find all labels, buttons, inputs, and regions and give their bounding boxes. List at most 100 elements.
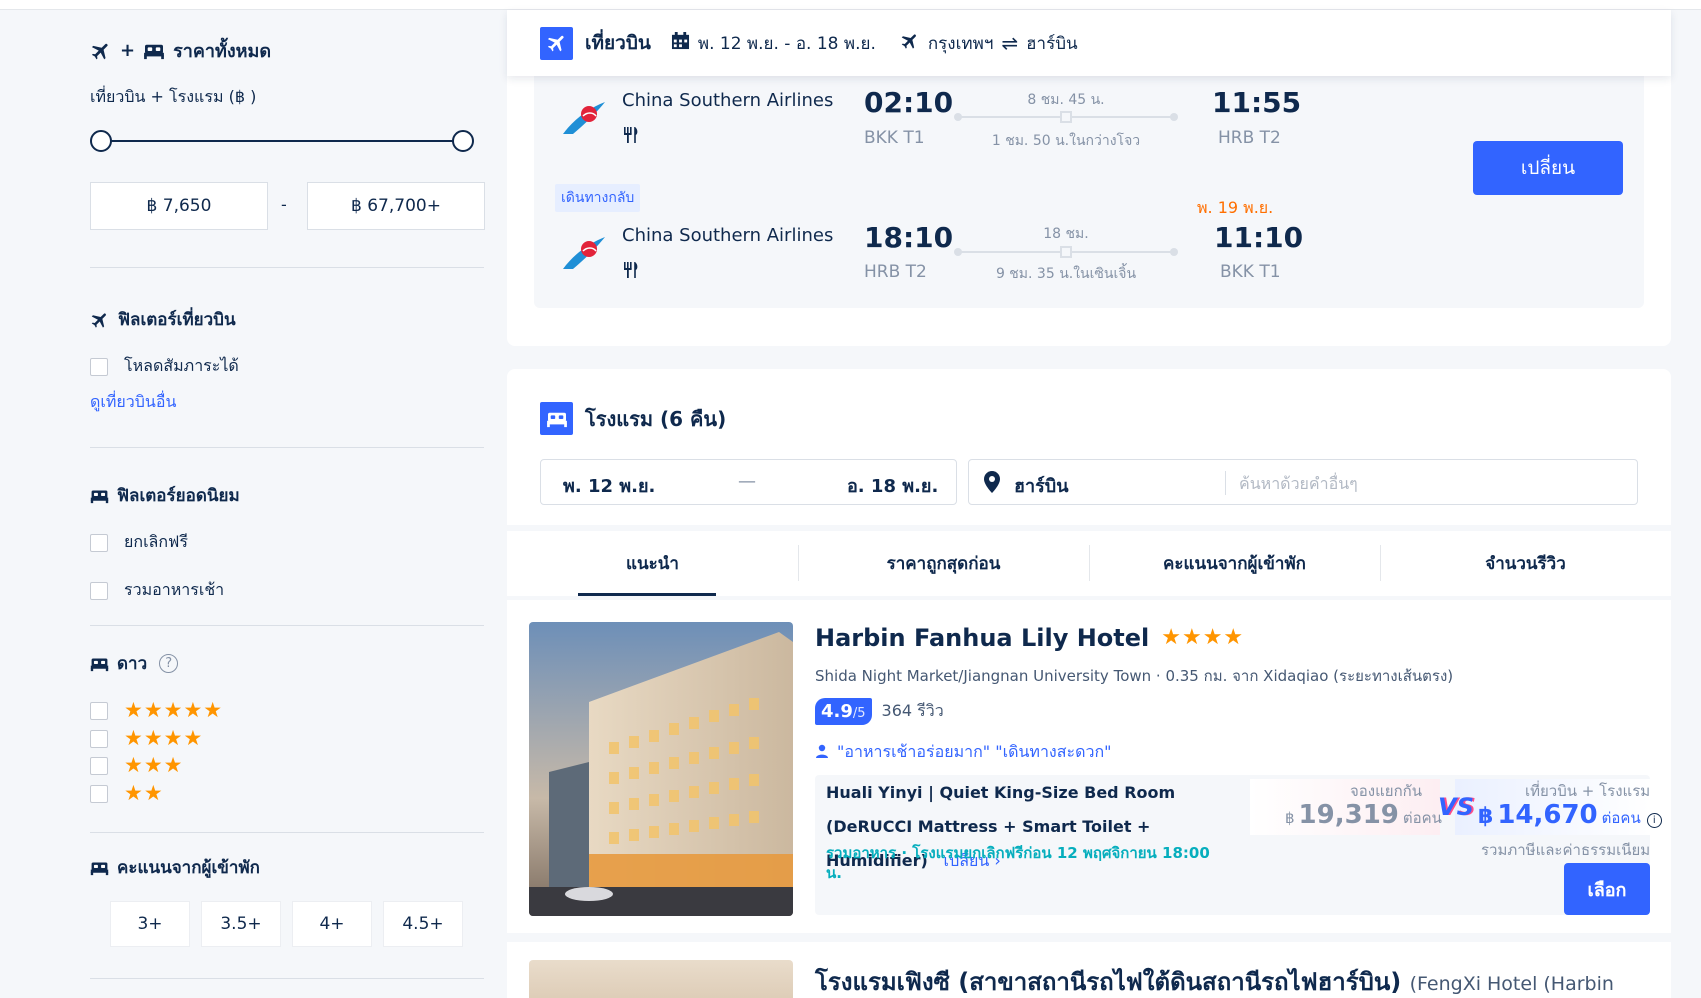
hotel-keyword-input[interactable] bbox=[1239, 466, 1619, 500]
bed-icon bbox=[90, 860, 109, 876]
score-3-5-button[interactable]: 3.5+ bbox=[201, 901, 281, 947]
change-flight-button[interactable]: เปลี่ยน bbox=[1473, 141, 1623, 195]
star-3-rating: ★★★ bbox=[124, 753, 184, 777]
review-count[interactable]: 364 รีวิว bbox=[882, 699, 944, 724]
divider bbox=[90, 625, 484, 626]
stars-title: ดาว ? bbox=[90, 650, 179, 677]
star-4-checkbox[interactable] bbox=[90, 729, 108, 748]
star-5-rating: ★★★★★ bbox=[124, 698, 224, 722]
bed-icon bbox=[90, 488, 109, 504]
help-icon[interactable]: ? bbox=[159, 654, 179, 673]
star-5-checkbox[interactable] bbox=[90, 701, 108, 720]
baggage-filter[interactable]: โหลดสัมภาระได้ bbox=[90, 354, 239, 379]
divider bbox=[90, 267, 484, 268]
hotel-name[interactable]: Harbin Fanhua Lily Hotel bbox=[815, 624, 1149, 652]
price-max-input[interactable]: ฿ 67,700+ bbox=[307, 182, 485, 230]
room-perks: รวมอาหาร · โรงแรมยกเลิกฟรีก่อน 12 พฤศจิก… bbox=[826, 844, 1210, 882]
score-3-button[interactable]: 3+ bbox=[110, 901, 190, 947]
return-depart-airport: HRB T2 bbox=[864, 262, 927, 282]
bed-icon bbox=[143, 42, 165, 60]
price-slider-min-handle[interactable] bbox=[90, 130, 112, 152]
outbound-duration: 8 ชม. 45 น. bbox=[1027, 92, 1105, 108]
free-cancel-filter[interactable]: ยกเลิกฟรี bbox=[90, 530, 188, 555]
bundle-price: ฿ 14,670 ต่อคน i bbox=[1478, 800, 1662, 830]
sort-tabs: แนะนำ ราคาถูกสุดก่อน คะแนนจากผู้เข้าพัก … bbox=[507, 531, 1671, 596]
star-option-4[interactable]: ★★★★ bbox=[90, 728, 203, 749]
checkout-date[interactable]: อ. 18 พ.ย. bbox=[847, 471, 938, 500]
outbound-layover: 1 ชม. 50 น.ในกว่างโจว bbox=[991, 133, 1141, 149]
bed-icon bbox=[540, 402, 573, 435]
hotel-photo[interactable] bbox=[529, 960, 793, 998]
baggage-checkbox[interactable] bbox=[90, 357, 108, 376]
flight-filter-label: ฟิลเตอร์เที่ยวบิน bbox=[118, 310, 236, 330]
plane-icon bbox=[900, 31, 920, 56]
tab-review-count[interactable]: จำนวนรีวิว bbox=[1380, 531, 1671, 596]
hotel-photo[interactable] bbox=[529, 622, 793, 916]
filter-sidebar: + ราคาทั้งหมด เที่ยวบิน + โรงแรม (฿ ) ฿ … bbox=[90, 10, 485, 998]
plane-icon bbox=[90, 40, 112, 62]
all-prices-label: ราคาทั้งหมด bbox=[173, 41, 272, 62]
return-airline: China Southern Airlines bbox=[622, 225, 834, 246]
info-icon[interactable]: i bbox=[1646, 813, 1662, 828]
swap-arrows-icon: ⇌ bbox=[1001, 31, 1019, 55]
return-depart-time: 18:10 bbox=[864, 221, 954, 254]
meal-icon bbox=[622, 261, 640, 283]
breakfast-filter[interactable]: รวมอาหารเช้า bbox=[90, 578, 224, 603]
guest-quotes: "อาหารเช้าอร่อยมาก" "เดินทางสะดวก" bbox=[815, 740, 1112, 765]
star-2-checkbox[interactable] bbox=[90, 784, 108, 803]
plane-icon bbox=[540, 26, 573, 60]
other-flights-link[interactable]: ดูเที่ยวบินอื่น bbox=[90, 390, 176, 415]
hotel-location-box[interactable]: ฮาร์บิน bbox=[968, 459, 1638, 505]
score-4-button[interactable]: 4+ bbox=[292, 901, 372, 947]
star-4-rating: ★★★★ bbox=[124, 726, 204, 750]
hotel-rating: 4.9/5 364 รีวิว bbox=[815, 698, 944, 725]
score-4-5-button[interactable]: 4.5+ bbox=[383, 901, 463, 947]
flight-header: เที่ยวบิน พ. 12 พ.ย. - อ. 18 พ.ย. กรุงเท… bbox=[507, 10, 1671, 76]
meal-icon bbox=[622, 126, 640, 148]
star-3-checkbox[interactable] bbox=[90, 756, 108, 775]
checkin-date[interactable]: พ. 12 พ.ย. bbox=[563, 471, 655, 500]
price-min-input[interactable]: ฿ 7,650 bbox=[90, 182, 268, 230]
breakfast-checkbox[interactable] bbox=[90, 581, 108, 600]
hotel-name[interactable]: โรงแรมเฟิงซี (สาขาสถานีรถไฟใต้ดินสถานีรถ… bbox=[815, 962, 1614, 998]
hotel-city[interactable]: ฮาร์บิน bbox=[1014, 471, 1069, 500]
select-hotel-button[interactable]: เลือก bbox=[1564, 863, 1650, 915]
baggage-label: โหลดสัมภาระได้ bbox=[124, 356, 239, 375]
all-prices-title: + ราคาทั้งหมด bbox=[90, 36, 271, 65]
price-slider-track[interactable] bbox=[100, 140, 462, 142]
hotel-name-row: Harbin Fanhua Lily Hotel ★★★★ bbox=[815, 624, 1244, 652]
flight-origin: กรุงเทพฯ bbox=[927, 33, 994, 54]
star-option-5[interactable]: ★★★★★ bbox=[90, 700, 223, 721]
plane-icon bbox=[90, 310, 110, 330]
outbound-route-line bbox=[954, 111, 1178, 123]
flight-dates: พ. 12 พ.ย. - อ. 18 พ.ย. bbox=[671, 30, 876, 57]
tab-recommended[interactable]: แนะนำ bbox=[507, 531, 798, 596]
flight-section-title: เที่ยวบิน bbox=[585, 32, 651, 54]
price-slider-max-handle[interactable] bbox=[452, 130, 474, 152]
outbound-depart-time: 02:10 bbox=[864, 86, 954, 119]
location-pin-icon bbox=[984, 471, 1000, 497]
flight-filter-title: ฟิลเตอร์เที่ยวบิน bbox=[90, 306, 236, 333]
hotel-date-picker[interactable]: พ. 12 พ.ย. — อ. 18 พ.ย. bbox=[540, 459, 957, 505]
star-option-3[interactable]: ★★★ bbox=[90, 755, 183, 776]
outbound-arrive-airport: HRB T2 bbox=[1218, 128, 1281, 148]
vs-badge: VS bbox=[1438, 793, 1474, 821]
guest-score-title: คะแนนจากผู้เข้าพัก bbox=[90, 854, 260, 881]
star-option-2[interactable]: ★★ bbox=[90, 783, 164, 804]
rating-badge: 4.9/5 bbox=[815, 698, 872, 725]
return-tag: เดินทางกลับ bbox=[555, 184, 641, 212]
tax-note: รวมภาษีและค่าธรรมเนียม bbox=[1481, 841, 1651, 859]
free-cancel-checkbox[interactable] bbox=[90, 533, 108, 552]
return-arrive-date: พ. 19 พ.ย. bbox=[1197, 198, 1274, 217]
hotel-star-rating: ★★★★ bbox=[1161, 625, 1245, 650]
china-southern-logo-icon bbox=[559, 233, 609, 273]
top-bar bbox=[0, 0, 1701, 10]
tab-guest-rating[interactable]: คะแนนจากผู้เข้าพัก bbox=[1089, 531, 1380, 596]
return-layover: 9 ชม. 35 น.ในเซินเจิ้น bbox=[995, 266, 1137, 282]
flight-dates-text: พ. 12 พ.ย. - อ. 18 พ.ย. bbox=[697, 33, 876, 54]
tab-lowest-price[interactable]: ราคาถูกสุดก่อน bbox=[798, 531, 1089, 596]
flight-destination: ฮาร์บิน bbox=[1026, 33, 1078, 54]
hotel-location: Shida Night Market/Jiangnan University T… bbox=[815, 667, 1454, 685]
breakfast-label: รวมอาหารเช้า bbox=[124, 580, 225, 599]
popular-filter-label: ฟิลเตอร์ยอดนิยม bbox=[117, 486, 240, 506]
